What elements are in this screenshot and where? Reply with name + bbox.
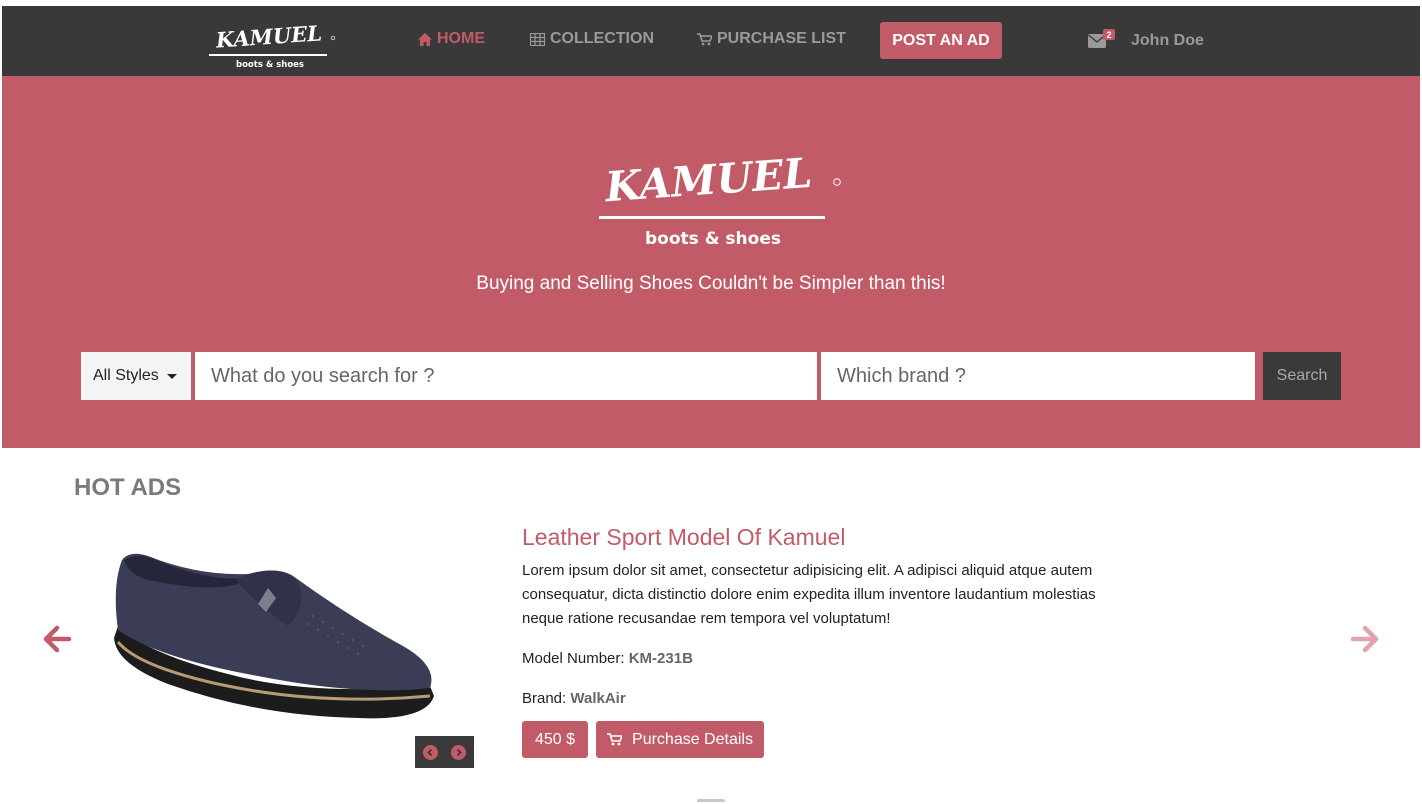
brand-value: WalkAir — [570, 690, 626, 707]
nav-home-label: HOME — [437, 30, 485, 47]
nav-home[interactable]: HOME — [418, 30, 485, 48]
scroll-handle[interactable] — [697, 799, 725, 802]
top-navbar: KAMUEL boots & shoes HOME COLLECTION PUR… — [2, 6, 1420, 76]
prev-image-button[interactable] — [423, 744, 438, 760]
post-ad-button[interactable]: POST AN AD — [880, 22, 1002, 59]
logo-subtext: boots & shoes — [236, 60, 304, 70]
user-menu[interactable]: John Doe — [1131, 32, 1204, 50]
home-icon — [418, 32, 432, 46]
hot-ads-title: HOT ADS — [74, 474, 182, 501]
price-button[interactable]: 450 $ — [522, 721, 588, 758]
logo-wordmark: KAMUEL — [214, 20, 323, 52]
product-description: Lorem ipsum dolor sit amet, consectetur … — [522, 562, 1096, 627]
table-icon — [530, 32, 545, 46]
hero-logo-wordmark: KAMUEL — [603, 150, 814, 211]
product-brand: Brand: WalkAir — [522, 690, 626, 707]
chevron-right-icon — [456, 748, 462, 756]
styles-dropdown-label: All Styles — [93, 367, 159, 384]
cart-icon — [697, 32, 712, 45]
hero-logo-subtext: boots & shoes — [645, 229, 781, 249]
nav-purchase-list[interactable]: PURCHASE LIST — [697, 30, 846, 48]
hero-tagline: Buying and Selling Shoes Couldn't be Sim… — [476, 273, 946, 294]
product-image — [114, 553, 434, 719]
brand-label: Brand: — [522, 690, 567, 707]
nav-collection-label: COLLECTION — [550, 30, 654, 47]
cart-icon — [607, 733, 623, 746]
model-value: KM-231B — [628, 650, 693, 667]
product-title[interactable]: Leather Sport Model Of Kamuel — [522, 524, 845, 551]
hero-banner: KAMUEL boots & shoes Buying and Selling … — [2, 76, 1420, 448]
caret-down-icon — [166, 374, 177, 379]
search-input[interactable] — [195, 352, 817, 400]
styles-dropdown[interactable]: All Styles — [81, 352, 191, 400]
mail-count-badge: 2 — [1103, 29, 1115, 40]
next-image-button[interactable] — [451, 744, 466, 760]
chevron-left-icon — [427, 748, 433, 756]
image-thumbnail-nav — [415, 736, 474, 768]
purchase-details-label: Purchase Details — [632, 730, 753, 748]
nav-purchase-list-label: PURCHASE LIST — [717, 30, 846, 47]
nav-collection[interactable]: COLLECTION — [530, 30, 654, 48]
kamuel-logo-small[interactable]: KAMUEL boots & shoes — [207, 16, 337, 70]
arrow-right-icon[interactable] — [1350, 624, 1380, 654]
model-label: Model Number: — [522, 650, 625, 667]
page-frame: KAMUEL boots & shoes HOME COLLECTION PUR… — [2, 6, 1420, 792]
search-button[interactable]: Search — [1263, 352, 1341, 400]
kamuel-logo-large: KAMUEL boots & shoes — [599, 150, 841, 249]
purchase-details-button[interactable]: Purchase Details — [596, 721, 764, 758]
arrow-left-icon[interactable] — [42, 624, 72, 654]
product-model: Model Number: KM-231B — [522, 650, 693, 667]
brand-input[interactable] — [821, 352, 1255, 400]
